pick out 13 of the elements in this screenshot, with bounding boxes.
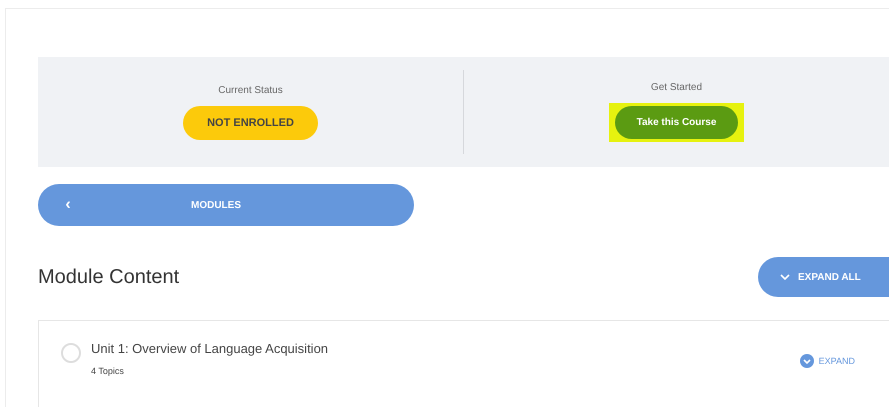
module-content-heading: Module Content [38, 266, 180, 288]
modules-button[interactable]: ‹ MODULES [38, 184, 414, 226]
take-course-button[interactable]: Take this Course [614, 106, 738, 139]
unit-title: Unit 1: Overview of Language Acquisition [91, 341, 328, 356]
chevron-circle-icon [800, 354, 814, 368]
expand-button[interactable]: EXPAND [794, 353, 861, 369]
topic-count: 4 Topics [91, 366, 125, 376]
status-label: Current Status [218, 84, 283, 96]
chevron-down-icon [780, 274, 790, 280]
status-badge: NOT ENROLLED [183, 106, 318, 140]
get-started-label: Get Started [650, 82, 702, 93]
expand-all-button[interactable]: EXPAND ALL [758, 257, 889, 297]
completion-circle[interactable] [61, 343, 81, 363]
